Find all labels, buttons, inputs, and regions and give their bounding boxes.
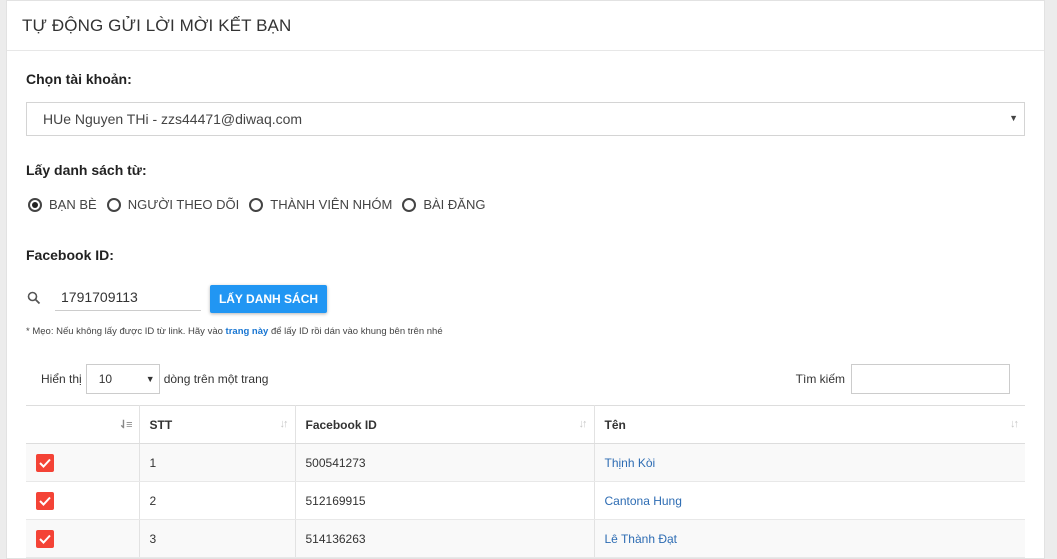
sort-icon: ↓↑	[1010, 418, 1019, 430]
row-checkbox[interactable]	[36, 529, 54, 548]
radio-label: NGƯỜI THEO DÕI	[127, 197, 240, 212]
row-name-cell: Lê Thành Đạt	[594, 519, 1025, 558]
sort-icon: ↓↑	[578, 418, 588, 430]
page-title: TỰ ĐỘNG GỬI LỜI MỜI KẾT BẠN	[7, 1, 1044, 51]
row-facebook-id: 500541273	[295, 443, 595, 482]
column-facebook-id[interactable]: Facebook ID ↓↑	[295, 405, 595, 444]
column-name[interactable]: Tên ↓↑	[594, 405, 1025, 444]
column-label: Tên	[604, 417, 626, 432]
column-label: STT	[149, 417, 173, 432]
tip-suffix: để lấy ID rồi dán vào khung bên trên nhé	[270, 326, 443, 337]
main-card: TỰ ĐỘNG GỬI LỜI MỜI KẾT BẠN Chọn tài kho…	[6, 0, 1045, 559]
checkmark-icon	[39, 496, 51, 506]
radio-bai-dang[interactable]: BÀI ĐĂNG	[402, 197, 485, 212]
column-select[interactable]: ⇃≡	[26, 405, 140, 444]
table-row: 1 500541273 Thịnh Kòi	[26, 443, 1025, 482]
row-name-link[interactable]: Cantona Hung	[605, 494, 682, 508]
row-stt: 1	[139, 443, 296, 482]
search-label: Tìm kiếm	[795, 372, 845, 386]
tip-text: * Mẹo: Nếu không lấy được ID từ link. Hã…	[26, 326, 443, 337]
row-name-cell: Cantona Hung	[594, 481, 1025, 520]
table-row: 3 514136263 Lê Thành Đạt	[26, 519, 1025, 558]
source-radio-group: BẠN BÈ NGƯỜI THEO DÕI THÀNH VIÊN NHÓM BÀ…	[28, 197, 495, 212]
per-page-label: dòng trên một trang	[163, 372, 269, 386]
get-list-button[interactable]: LẤY DANH SÁCH	[210, 285, 327, 313]
row-name-link[interactable]: Lê Thành Đạt	[605, 532, 678, 546]
table-search: Tìm kiếm	[796, 364, 1010, 394]
radio-checked-icon	[28, 197, 42, 212]
row-name-link[interactable]: Thịnh Kòi	[605, 456, 656, 470]
facebook-id-input[interactable]	[55, 283, 201, 311]
sort-icon: ⇃≡	[118, 419, 133, 431]
radio-label: THÀNH VIÊN NHÓM	[270, 197, 393, 212]
radio-unchecked-icon	[402, 197, 417, 212]
radio-label: BÀI ĐĂNG	[423, 197, 486, 212]
table-header-row: ⇃≡ STT ↓↑ Facebook ID ↓↑ Tên ↓↑	[26, 405, 1025, 444]
column-label: Facebook ID	[305, 417, 377, 432]
row-checkbox-cell	[26, 481, 140, 520]
row-name-cell: Thịnh Kòi	[594, 443, 1025, 482]
show-label: Hiển thị	[41, 372, 82, 386]
column-stt[interactable]: STT ↓↑	[139, 405, 296, 444]
chevron-down-icon: ▼	[1009, 113, 1018, 123]
radio-thanh-vien-nhom[interactable]: THÀNH VIÊN NHÓM	[249, 197, 392, 212]
account-select[interactable]: HUe Nguyen THi - zzs44471@diwaq.com ▼	[26, 102, 1025, 136]
facebook-id-label: Facebook ID:	[26, 247, 114, 263]
friends-table: ⇃≡ STT ↓↑ Facebook ID ↓↑ Tên ↓↑ 1 500541…	[26, 405, 1025, 558]
account-label: Chọn tài khoản:	[26, 71, 132, 87]
table-search-input[interactable]	[851, 364, 1010, 394]
row-facebook-id: 514136263	[295, 519, 595, 558]
row-stt: 2	[139, 481, 296, 520]
tip-prefix: * Mẹo: Nếu không lấy được ID từ link. Hã…	[26, 326, 223, 337]
radio-unchecked-icon	[106, 197, 121, 212]
source-label: Lấy danh sách từ:	[26, 162, 147, 178]
row-facebook-id: 512169915	[295, 481, 595, 520]
checkmark-icon	[39, 534, 51, 544]
row-stt: 3	[139, 519, 296, 558]
radio-nguoi-theo-doi[interactable]: NGƯỜI THEO DÕI	[106, 197, 240, 212]
sort-icon: ↓↑	[279, 418, 289, 430]
account-select-value: HUe Nguyen THi - zzs44471@diwaq.com	[43, 111, 303, 127]
radio-label: BẠN BÈ	[49, 197, 97, 212]
row-checkbox[interactable]	[36, 491, 54, 510]
page-size-select[interactable]: 10 ▼	[85, 364, 160, 394]
table-row: 2 512169915 Cantona Hung	[26, 481, 1025, 520]
page-length-control: Hiển thị 10 ▼ dòng trên một trang	[41, 364, 268, 394]
radio-ban-be[interactable]: BẠN BÈ	[28, 197, 97, 212]
row-checkbox-cell	[26, 443, 140, 482]
row-checkbox-cell	[26, 519, 140, 558]
chevron-down-icon: ▼	[145, 374, 155, 384]
tip-link[interactable]: trang này	[226, 326, 269, 337]
search-icon	[27, 291, 41, 305]
checkmark-icon	[39, 458, 51, 468]
page-size-value: 10	[98, 372, 113, 386]
row-checkbox[interactable]	[36, 453, 54, 472]
radio-unchecked-icon	[249, 197, 264, 212]
